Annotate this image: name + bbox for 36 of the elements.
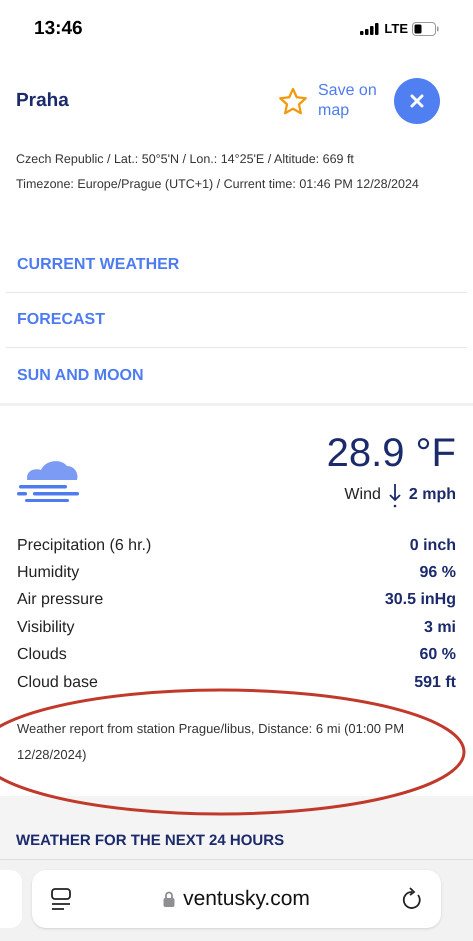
status-time: 13:46 [34, 16, 83, 41]
weather-report-note: Weather report from station Prague/libus, Distance: 6 mi (01:00 PM 12/28/2024) [17, 720, 406, 764]
save-on-map-button[interactable]: Save on map [278, 81, 382, 121]
menu-link[interactable]: FORECAST [6, 293, 467, 348]
metric-label: Visibility [17, 618, 74, 638]
metric-value: 96 % [420, 563, 456, 584]
url-text: ventusky.com [183, 886, 310, 912]
wind-label: Wind [344, 485, 381, 505]
network-label: LTE [384, 20, 408, 38]
metric-label: Humidity [17, 563, 80, 584]
close-button[interactable] [394, 78, 440, 124]
battery-icon [412, 22, 439, 36]
tab-overview-icon[interactable] [50, 887, 72, 911]
location-details: Czech Republic / Lat.: 50°5'N / Lon.: 14°25'E / Altitude: 669 ft [16, 151, 355, 168]
menu-link[interactable]: SUN AND MOON [6, 348, 467, 403]
location-title: Praha [16, 88, 69, 113]
metric-value: 60 % [420, 645, 456, 666]
address-bar[interactable]: ventusky.com [32, 870, 441, 928]
lock-icon [163, 891, 176, 907]
wind-speed: 2 mph [408, 485, 456, 505]
section-heading: WEATHER FOR THE NEXT 24 HOURS [16, 831, 284, 852]
metric-value: 0 inch [410, 536, 456, 556]
metric-label: Cloud base [17, 672, 98, 693]
reload-icon[interactable] [401, 887, 423, 911]
metric-label: Air pressure [17, 590, 104, 610]
close-icon [410, 94, 424, 108]
menu-link[interactable]: CURRENT WEATHER [6, 238, 467, 293]
metric-value: 591 ft [414, 672, 456, 693]
temperature-reading: 28.9 °F [326, 430, 456, 476]
location-details: Timezone: Europe/Prague (UTC+1) / Current time: 01:46 PM 12/28/2024 [16, 176, 420, 193]
signal-icon [360, 23, 380, 35]
metric-label: Precipitation (6 hr.) [17, 536, 152, 556]
metric-value: 3 mi [424, 618, 456, 638]
wind-direction-arrow-icon [388, 482, 401, 508]
metric-label: Clouds [17, 645, 67, 666]
metric-value: 30.5 inHg [384, 590, 456, 610]
